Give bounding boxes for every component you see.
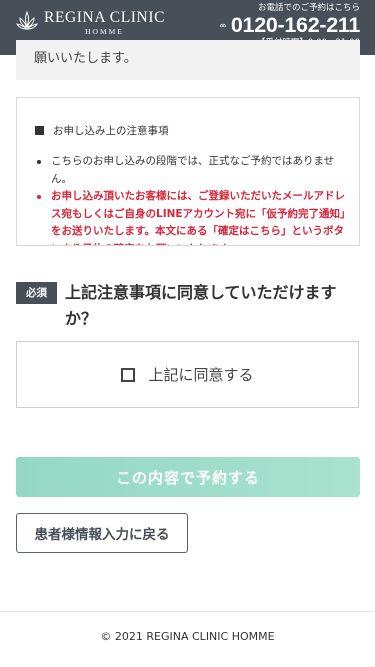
free-dial-icon [220, 23, 226, 28]
phone-number[interactable]: 0120-162-211 [231, 14, 360, 37]
notice-item: こちらのお申し込みの段階では、正式なご予約ではありません。 [35, 153, 347, 188]
previous-notice-box: 願いいたします。 [16, 40, 360, 80]
logo-sub-text: HOMME [85, 27, 124, 36]
logo-main-text: REGINA CLINIC [44, 9, 166, 26]
notice-box[interactable]: お申し込み上の注意事項 こちらのお申し込みの段階では、正式なご予約ではありません… [16, 97, 360, 246]
notice-list: こちらのお申し込みの段階では、正式なご予約ではありません。 お申し込み頂いたお客… [35, 153, 347, 245]
square-bullet-icon [35, 126, 44, 135]
footer-divider [0, 611, 375, 612]
question-text: 上記注意事項に同意していただけますか？ [65, 283, 337, 328]
agree-checkbox-field[interactable]: 上記に同意する [16, 341, 359, 408]
submit-reservation-button[interactable]: この内容で予約する [16, 457, 360, 497]
notice-item-warning: お申し込み頂いたお客様には、ご登録いただいたメールアドレス宛もしくはご自身のLI… [35, 188, 347, 245]
previous-notice-text: 願いいたします。 [34, 51, 137, 66]
crown-logo-icon [16, 10, 38, 30]
required-badge: 必須 [16, 282, 57, 304]
back-to-patient-info-button[interactable]: 患者様情報入力に戻る [16, 513, 188, 553]
copyright: © 2021 REGINA CLINIC HOMME [100, 630, 275, 643]
agree-checkbox[interactable] [121, 367, 136, 382]
notice-title-text: お申し込み上の注意事項 [53, 125, 169, 137]
clinic-logo[interactable]: REGINA CLINIC HOMME [16, 9, 165, 36]
notice-title: お申し込み上の注意事項 [35, 123, 169, 138]
agree-label: 上記に同意する [148, 366, 254, 384]
